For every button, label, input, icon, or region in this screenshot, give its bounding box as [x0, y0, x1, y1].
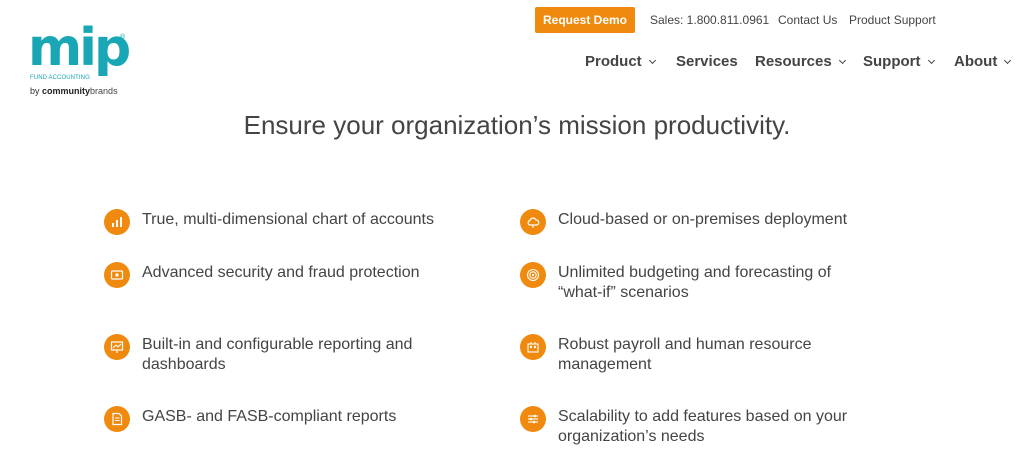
site-logo[interactable]: mip ® FUND ACCOUNTING by communitybrands: [28, 18, 138, 96]
logo-wordmark: mip: [28, 18, 131, 78]
logo-company-rest: brands: [90, 86, 118, 96]
feature-text: Robust payroll and human resource manage…: [558, 336, 812, 373]
feature-text: GASB- and FASB-compliant reports: [142, 408, 397, 425]
sales-phone-link[interactable]: Sales: 1.800.811.0961: [650, 13, 769, 27]
chart-icon: [104, 209, 130, 235]
product-support-link[interactable]: Product Support: [849, 13, 936, 27]
nav-about[interactable]: About: [954, 53, 1012, 70]
feature-text: True, multi-dimensional chart of account…: [142, 211, 434, 228]
chevron-down-icon: [927, 56, 935, 64]
feature-item: Built-in and configurable reporting and …: [104, 334, 444, 375]
security-icon: [104, 262, 130, 288]
document-icon: [104, 406, 130, 432]
feature-item: GASB- and FASB-compliant reports: [104, 406, 444, 432]
feature-text: Unlimited budgeting and forecasting of “…: [558, 264, 832, 301]
feature-text: Advanced security and fraud protection: [142, 264, 420, 281]
logo-tagline: FUND ACCOUNTING: [30, 75, 90, 81]
logo-company-bold: community: [42, 86, 91, 96]
nav-services[interactable]: Services: [676, 53, 738, 70]
feature-text: Cloud-based or on-premises deployment: [558, 211, 848, 228]
people-icon: [520, 334, 546, 360]
chevron-down-icon: [648, 56, 656, 64]
nav-support-label: Support: [863, 53, 921, 70]
feature-item: Scalability to add features based on you…: [520, 406, 860, 447]
nav-support[interactable]: Support: [863, 53, 935, 70]
request-demo-button[interactable]: Request Demo: [535, 7, 635, 33]
nav-product-label: Product: [585, 53, 642, 70]
feature-text: Scalability to add features based on you…: [558, 408, 848, 445]
nav-resources-label: Resources: [755, 53, 832, 70]
logo-by-word: by: [30, 86, 40, 96]
feature-item: Advanced security and fraud protection: [104, 262, 444, 288]
logo-registered-mark: ®: [120, 34, 126, 41]
page-headline: Ensure your organization’s mission produ…: [243, 110, 791, 140]
feature-item: True, multi-dimensional chart of account…: [104, 209, 444, 235]
feature-item: Robust payroll and human resource manage…: [520, 334, 860, 375]
nav-services-label: Services: [676, 53, 738, 70]
target-icon: [520, 262, 546, 288]
cloud-icon: [520, 209, 546, 235]
feature-item: Unlimited budgeting and forecasting of “…: [520, 262, 860, 303]
contact-us-link[interactable]: Contact Us: [778, 13, 837, 27]
feature-item: Cloud-based or on-premises deployment: [520, 209, 860, 235]
logo-byline: by communitybrands: [30, 86, 118, 96]
chevron-down-icon: [1004, 56, 1012, 64]
nav-product[interactable]: Product: [585, 53, 656, 70]
nav-resources[interactable]: Resources: [755, 53, 846, 70]
feature-text: Built-in and configurable reporting and …: [142, 336, 413, 373]
nav-about-label: About: [954, 53, 998, 70]
sliders-icon: [520, 406, 546, 432]
dashboard-icon: [104, 334, 130, 360]
chevron-down-icon: [838, 56, 846, 64]
